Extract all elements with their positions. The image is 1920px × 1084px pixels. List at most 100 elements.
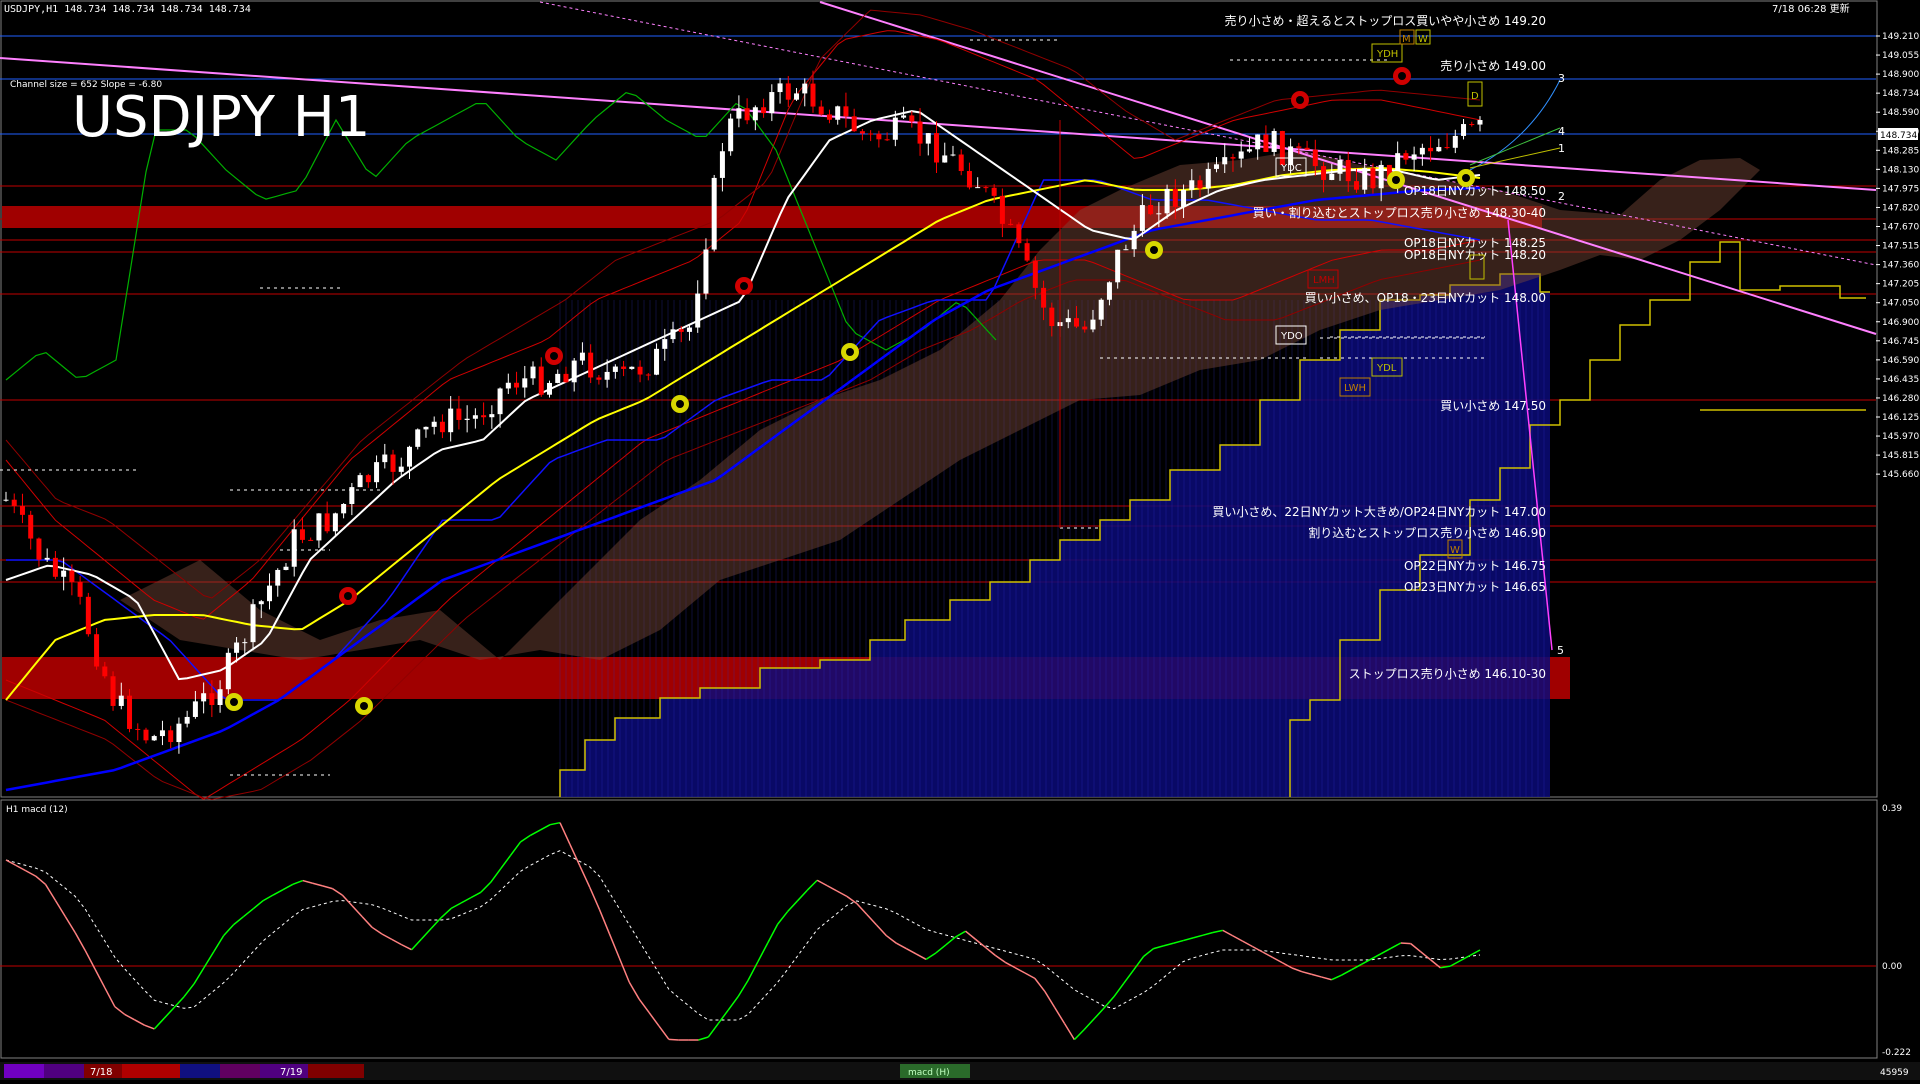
candle-body — [1461, 124, 1467, 136]
candle-body — [299, 529, 305, 540]
candle-body — [258, 601, 264, 605]
candle-body — [588, 352, 594, 378]
price-tick-label: 145.660 — [1882, 470, 1919, 480]
candle-body — [950, 154, 956, 156]
candle-body — [744, 108, 750, 121]
m-marker: M — [1402, 34, 1411, 45]
candle-body — [1172, 188, 1178, 207]
candle-body — [102, 666, 108, 677]
candle-body — [415, 429, 421, 447]
ydo-marker: YDO — [1280, 331, 1303, 342]
candle-body — [777, 83, 783, 93]
candle-body — [1296, 146, 1302, 148]
candle-body — [1024, 243, 1030, 261]
candle-body — [654, 348, 660, 375]
candle-body — [1123, 249, 1129, 251]
price-annotation: 買い・割り込むとストップロス売り小さめ 148.30-40 — [1253, 205, 1546, 220]
candle-body — [19, 506, 25, 515]
indicator-tab-label: macd (H) — [908, 1068, 950, 1078]
chart-canvas[interactable]: 売り小さめ・超えるとストップロス買いやや小さめ 149.20 売り小さめ 149.… — [0, 0, 1920, 1080]
price-tick-label: 147.975 — [1882, 184, 1919, 194]
server-time: 7/18 06:28 更新 — [1772, 2, 1850, 15]
candle-body — [810, 83, 816, 107]
price-tick-label: 147.515 — [1882, 242, 1919, 252]
candle-body — [892, 117, 898, 140]
candle-body — [1074, 318, 1080, 327]
price-annotation: 買い小さめ、22日NYカット大きめ/OP24日NYカット 147.00 — [1212, 505, 1546, 519]
price-tick-label: 147.050 — [1882, 299, 1919, 309]
w2-marker: W — [1418, 34, 1428, 45]
candle-body — [324, 513, 330, 532]
candle-body — [1469, 124, 1475, 126]
indicator-scale-zero: 0.00 — [1882, 962, 1902, 972]
price-annotation: 売り小さめ 149.00 — [1440, 58, 1546, 73]
footer-strip: 7/18 7/19 macd (H) 45959 — [0, 1062, 1920, 1080]
candle-body — [999, 195, 1005, 224]
candle-body — [497, 388, 503, 415]
candle-body — [1148, 205, 1154, 215]
candle-body — [695, 293, 701, 328]
candle-body — [769, 92, 775, 114]
price-annotation: OP22日NYカット 146.75 — [1404, 559, 1546, 573]
candle-body — [1428, 147, 1434, 152]
date-label-1: 7/18 — [90, 1067, 112, 1078]
price-tick-label: 146.435 — [1882, 375, 1919, 385]
symbol-info: USDJPY,H1 148.734 148.734 148.734 148.73… — [4, 4, 251, 15]
price-annotation: ストップロス売り小さめ 146.10-30 — [1349, 666, 1546, 681]
candle-body — [1115, 249, 1121, 283]
candle-body — [201, 693, 207, 702]
candle-body — [225, 652, 231, 690]
chart-big-title: USDJPY H1 — [72, 85, 370, 150]
lmh-marker: LMH — [1313, 275, 1335, 286]
candle-body — [36, 538, 42, 560]
candle-body — [678, 329, 684, 332]
candle-body — [390, 454, 396, 472]
price-tick-label: 147.205 — [1882, 280, 1919, 290]
candle-body — [1321, 166, 1327, 180]
candle-body — [1452, 135, 1458, 148]
candle-body — [571, 360, 577, 383]
ydc-marker: YDC — [1280, 163, 1302, 174]
candle-body — [192, 701, 198, 717]
candle-body — [1238, 151, 1244, 159]
candle-body — [28, 514, 34, 539]
trading-chart-window: 売り小さめ・超えるとストップロス買いやや小さめ 149.20 売り小さめ 149.… — [0, 0, 1920, 1080]
candle-body — [365, 475, 371, 483]
candle-body — [1041, 287, 1047, 308]
candle-body — [69, 570, 75, 582]
candle-body — [1246, 149, 1252, 152]
candle-body — [52, 557, 58, 577]
d-marker: D — [1471, 91, 1479, 102]
candle-body — [1444, 147, 1450, 149]
price-annotation: 買い小さめ、OP18・23日NYカット 148.00 — [1305, 291, 1546, 305]
candle-body — [925, 133, 931, 144]
price-tick-label: 148.130 — [1882, 165, 1919, 175]
candle-body — [217, 689, 223, 706]
price-annotation: 売り小さめ・超えるとストップロス買いやや小さめ 149.20 — [1225, 13, 1546, 28]
candle-body — [1090, 319, 1096, 330]
candle-body — [1419, 147, 1425, 155]
price-tick-label: 146.745 — [1882, 337, 1919, 347]
price-tick-label: 147.360 — [1882, 261, 1919, 271]
candle-body — [1370, 168, 1376, 189]
candle-body — [851, 116, 857, 132]
proj-label-1: 1 — [1558, 142, 1565, 155]
candle-body — [637, 366, 643, 375]
candle-body — [686, 327, 692, 332]
candle-body — [1337, 159, 1343, 174]
candle-body — [1436, 147, 1442, 152]
price-annotation: OP23日NYカット 146.65 — [1404, 580, 1546, 594]
candle-body — [242, 642, 248, 644]
candle-body — [77, 581, 83, 597]
candle-body — [61, 570, 67, 577]
candle-body — [818, 106, 824, 115]
candle-body — [802, 83, 808, 94]
candle-body — [1131, 230, 1137, 250]
candle-body — [489, 414, 495, 418]
candle-body — [859, 131, 865, 134]
price-annotation: OP18日NYカット 148.50 — [1404, 184, 1546, 198]
candle-body — [1362, 168, 1368, 190]
candle-body — [983, 187, 989, 189]
candle-body — [1032, 260, 1038, 288]
candle-body — [736, 108, 742, 119]
